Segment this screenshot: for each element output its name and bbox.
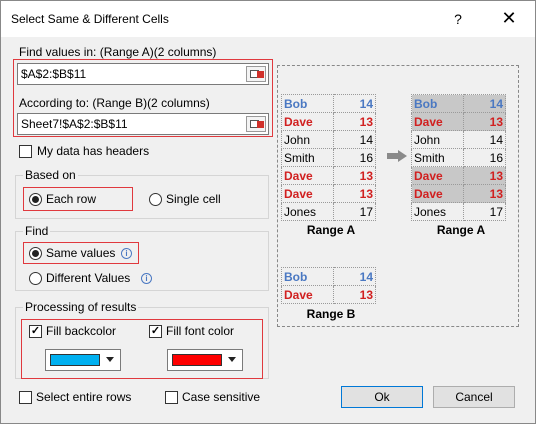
- select-entire-rows-checkbox[interactable]: [19, 391, 32, 404]
- dialog-title: Select Same & Different Cells: [11, 12, 169, 26]
- chevron-down-icon: [228, 357, 236, 362]
- cell-name: Bob: [281, 267, 334, 286]
- help-button[interactable]: ?: [447, 9, 469, 29]
- table-row: Dave 13: [281, 184, 376, 203]
- fill-font-color-label: Fill font color: [166, 324, 235, 338]
- table-row: Dave 13: [281, 112, 376, 131]
- table-row: Dave 13: [411, 112, 506, 131]
- different-values-info-icon[interactable]: i: [141, 273, 152, 284]
- same-values-radio[interactable]: [29, 247, 42, 260]
- table-row: Bob 14: [281, 94, 376, 113]
- fill-backcolor-label: Fill backcolor: [46, 324, 117, 338]
- table-row: John 14: [411, 130, 506, 149]
- cell-name: Smith: [281, 148, 334, 167]
- fill-backcolor-checkbox[interactable]: ✓: [29, 325, 42, 338]
- find-values-value: $A$2:$B$11: [21, 67, 87, 81]
- fontcolor-swatch: [172, 354, 222, 366]
- headers-checkbox[interactable]: [19, 145, 32, 158]
- cell-name: John: [411, 130, 464, 149]
- fill-font-color-checkbox[interactable]: ✓: [149, 325, 162, 338]
- find-title: Find: [23, 224, 51, 238]
- table-row: Jones 17: [281, 202, 376, 221]
- based-on-title: Based on: [23, 168, 78, 182]
- cell-value: 13: [333, 112, 376, 131]
- cancel-button[interactable]: Cancel: [433, 386, 515, 408]
- cell-value: 13: [463, 184, 506, 203]
- case-sensitive-checkbox[interactable]: [165, 391, 178, 404]
- according-to-value: Sheet7!$A$2:$B$11: [21, 117, 128, 131]
- chevron-down-icon: [106, 357, 114, 362]
- cell-name: Dave: [281, 285, 334, 304]
- cell-name: Dave: [281, 112, 334, 131]
- cell-name: Jones: [411, 202, 464, 221]
- processing-title: Processing of results: [23, 300, 139, 314]
- find-values-label: Find values in: (Range A)(2 columns): [19, 45, 217, 59]
- cell-name: Dave: [411, 112, 464, 131]
- cell-name: Jones: [281, 202, 334, 221]
- arrow-right-icon: [387, 150, 407, 162]
- range-a-before-table: Bob 14 Dave 13 John 14 Smith 16 Dave 13 Dave 13 Jone…: [281, 94, 376, 221]
- cell-value: 14: [333, 130, 376, 149]
- different-values-radio[interactable]: [29, 272, 42, 285]
- different-values-label: Different Values: [46, 271, 131, 285]
- range-b-table: Bob 14 Dave 13: [281, 267, 376, 304]
- table-row: Dave 13: [281, 285, 376, 304]
- single-cell-label: Single cell: [166, 192, 221, 206]
- close-button[interactable]: ✕: [495, 7, 523, 29]
- cell-value: 14: [333, 267, 376, 286]
- single-cell-radio[interactable]: [149, 193, 162, 206]
- find-values-input[interactable]: $A$2:$B$11: [17, 63, 269, 85]
- select-entire-rows-label: Select entire rows: [36, 390, 132, 404]
- ok-button[interactable]: Ok: [341, 386, 423, 408]
- cell-value: 16: [463, 148, 506, 167]
- same-values-info-icon[interactable]: i: [121, 248, 132, 259]
- title-bar: Select Same & Different Cells ? ✕: [1, 1, 535, 37]
- backcolor-swatch: [50, 354, 100, 366]
- range-a-label: Range A: [306, 223, 356, 237]
- table-row: Jones 17: [411, 202, 506, 221]
- table-row: Bob 14: [281, 267, 376, 286]
- headers-checkbox-label: My data has headers: [37, 144, 150, 158]
- select-same-different-dialog: Select Same & Different Cells ? ✕ Find v…: [0, 0, 536, 424]
- each-row-label: Each row: [46, 192, 97, 206]
- table-row: Dave 13: [281, 166, 376, 185]
- cell-value: 13: [463, 112, 506, 131]
- cell-name: Dave: [411, 166, 464, 185]
- cell-value: 13: [333, 285, 376, 304]
- cell-name: Bob: [281, 94, 334, 113]
- case-sensitive-label: Case sensitive: [182, 390, 261, 404]
- cell-value: 13: [463, 166, 506, 185]
- cell-value: 17: [463, 202, 506, 221]
- same-values-label: Same values: [46, 246, 116, 260]
- table-row: Bob 14: [411, 94, 506, 113]
- range-a-after-label: Range A: [436, 223, 486, 237]
- range-a-picker-icon[interactable]: [246, 66, 266, 82]
- cell-value: 16: [333, 148, 376, 167]
- cell-name: John: [281, 130, 334, 149]
- cell-name: Bob: [411, 94, 464, 113]
- table-row: Smith 16: [411, 148, 506, 167]
- range-b-picker-icon[interactable]: [246, 116, 266, 132]
- cell-name: Dave: [281, 166, 334, 185]
- each-row-radio[interactable]: [29, 193, 42, 206]
- cell-value: 14: [463, 130, 506, 149]
- according-to-input[interactable]: Sheet7!$A$2:$B$11: [17, 113, 269, 135]
- range-a-after-table: Bob 14 Dave 13 John 14 Smith 16 Dave 13 Dave 13 Jone…: [411, 94, 506, 221]
- cell-name: Dave: [411, 184, 464, 203]
- backcolor-dropdown[interactable]: [45, 349, 121, 371]
- cell-value: 14: [463, 94, 506, 113]
- range-b-label: Range B: [306, 307, 356, 321]
- fontcolor-dropdown[interactable]: [167, 349, 243, 371]
- cell-value: 14: [333, 94, 376, 113]
- table-row: John 14: [281, 130, 376, 149]
- cell-name: Dave: [281, 184, 334, 203]
- cell-value: 13: [333, 184, 376, 203]
- according-to-label: According to: (Range B)(2 columns): [19, 96, 210, 110]
- table-row: Dave 13: [411, 166, 506, 185]
- cell-value: 17: [333, 202, 376, 221]
- cell-name: Smith: [411, 148, 464, 167]
- table-row: Dave 13: [411, 184, 506, 203]
- cell-value: 13: [333, 166, 376, 185]
- table-row: Smith 16: [281, 148, 376, 167]
